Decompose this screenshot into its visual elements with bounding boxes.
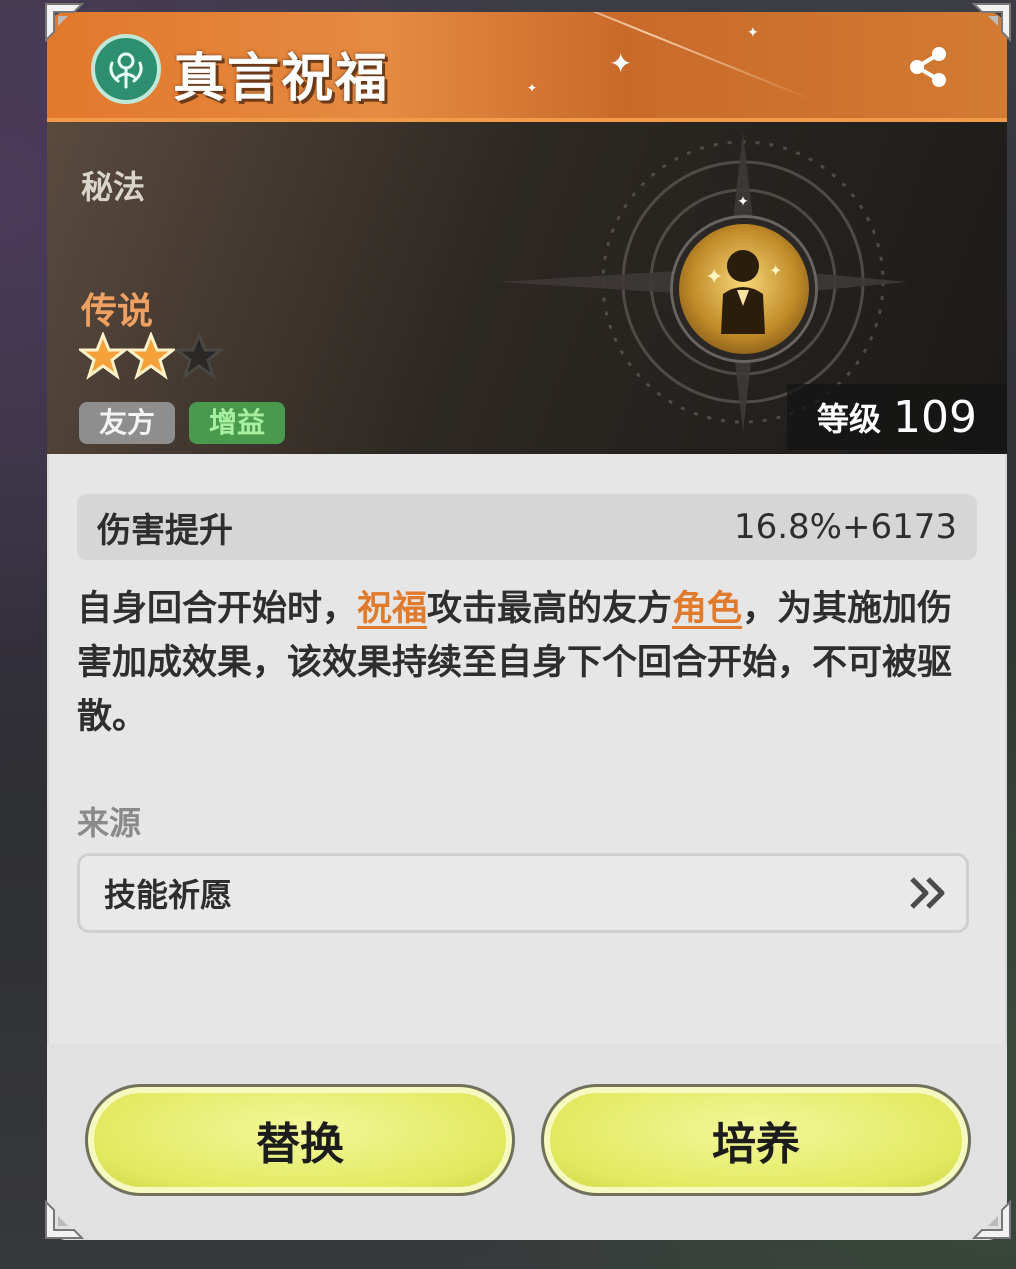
skill-hero-panel: ✦ 秘法 传说 友方 增益 ✦ ✦ 等级 109 <box>47 122 1007 454</box>
double-chevron-right-icon <box>910 877 945 909</box>
corner-ornament <box>972 1200 1012 1240</box>
stat-row: 伤害提升 16.8%+6173 <box>77 494 977 560</box>
svg-text:✦: ✦ <box>769 261 782 280</box>
card-header: ✦ ✦ ✦ 真言祝福 <box>47 12 1007 122</box>
star-filled-icon <box>127 332 175 380</box>
share-button[interactable] <box>903 42 953 92</box>
stat-value: 16.8%+6173 <box>733 507 957 547</box>
source-item-label: 技能祈愿 <box>104 876 233 914</box>
star-rating <box>79 332 223 382</box>
corner-ornament <box>972 2 1012 42</box>
sparkle-icon: ✦ <box>527 81 538 95</box>
sparkle-icon: ✦ <box>609 47 633 80</box>
star-empty-icon <box>175 332 223 380</box>
svg-text:✦: ✦ <box>705 265 723 290</box>
sparkle-icon: ✦ <box>747 25 759 41</box>
blessing-emblem-icon <box>91 34 161 104</box>
stat-name: 伤害提升 <box>97 510 233 551</box>
svg-text:✦: ✦ <box>737 194 749 210</box>
corner-ornament <box>44 1200 84 1240</box>
tag-ally: 友方 <box>79 402 176 444</box>
source-item-row[interactable]: 技能祈愿 <box>77 853 969 933</box>
star-filled-icon <box>79 332 127 380</box>
level-value: 109 <box>893 391 977 443</box>
corner-ornament <box>44 2 84 42</box>
level-label: 等级 <box>817 400 882 438</box>
source-label: 来源 <box>77 804 142 842</box>
share-icon <box>910 47 946 87</box>
keyword-blessing-link[interactable]: 祝福 <box>357 589 427 629</box>
keyword-character-link[interactable]: 角色 <box>672 589 742 629</box>
tag-buff: 增益 <box>189 402 286 444</box>
skill-description: 自身回合开始时，祝福攻击最高的友方角色，为其施加伤害加成效果，该效果持续至自身下… <box>77 582 977 744</box>
skill-detail-card: ✦ ✦ ✦ 真言祝福 ✦ 秘法 传说 友方 增益 ✦ ✦ 等级 109 伤害提升… <box>47 12 1007 1240</box>
description-text: 自身回合开始时， <box>77 589 358 629</box>
level-display: 等级 109 <box>787 384 1007 450</box>
praying-figure-icon: ✦ ✦ <box>673 218 815 360</box>
skill-rarity: 传说 <box>81 291 154 332</box>
skill-category: 秘法 <box>81 168 146 206</box>
skill-title: 真言祝福 <box>173 49 390 109</box>
skill-tags: 友方 增益 <box>79 402 286 444</box>
train-button[interactable]: 培养 <box>541 1084 971 1196</box>
description-text: 攻击最高的友方 <box>427 589 673 629</box>
replace-button[interactable]: 替换 <box>85 1084 515 1196</box>
